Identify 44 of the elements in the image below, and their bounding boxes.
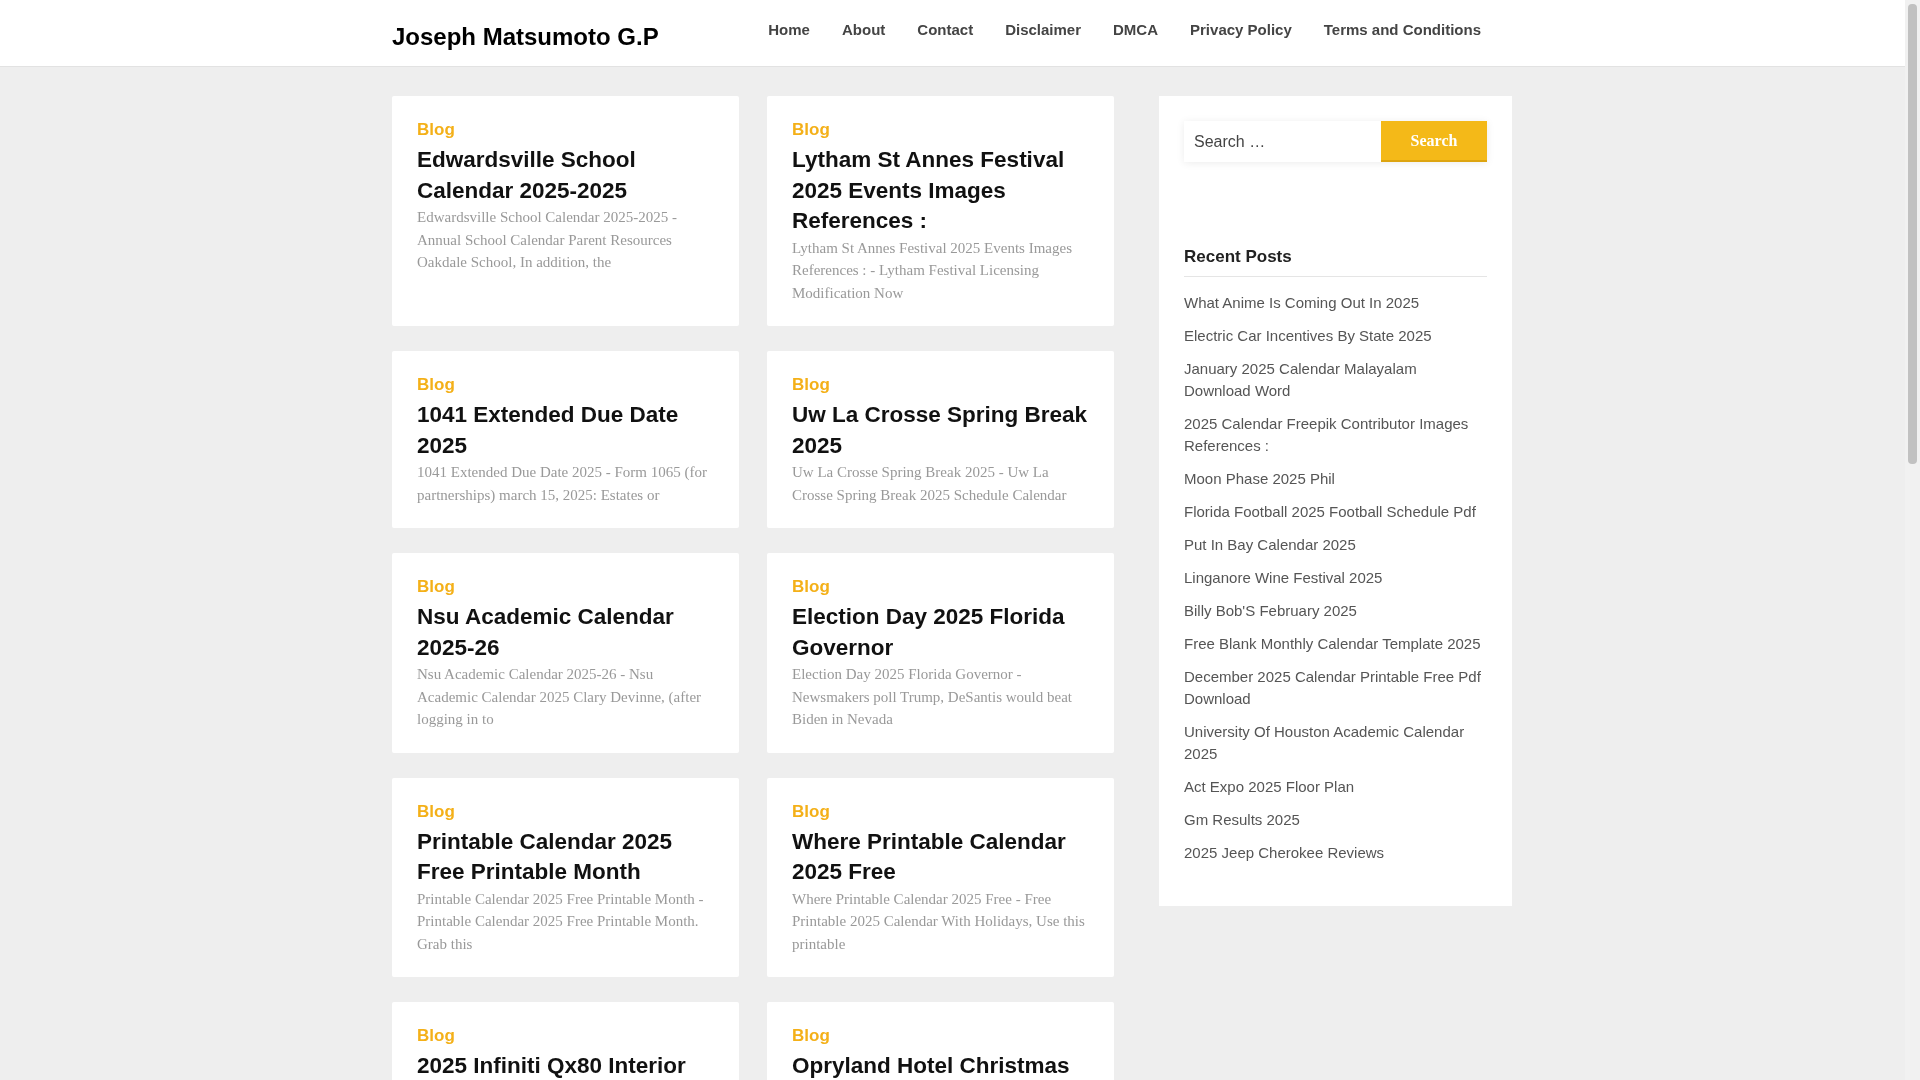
search-field[interactable]: Search … (1184, 121, 1381, 162)
post-title[interactable]: Edwardsville School Calendar 2025-2025 (417, 145, 714, 206)
nav-link[interactable]: DMCA (1097, 21, 1175, 38)
post-title[interactable]: Nsu Academic Calendar 2025-26 (417, 602, 714, 663)
post-excerpt: 1041 Extended Due Date 2025 - Form 1065 (for partnerships) march 15, 2025: Estates or (417, 463, 708, 505)
post-title[interactable]: Where Printable Calendar 2025 Free (792, 826, 1089, 888)
post-excerpt: Election Day 2025 Florida Governor - Newsmakers poll Trump, DeSantis would beat Biden in Nevada (792, 665, 1073, 729)
recent-post-link[interactable]: 2025 Jeep Cherokee Reviews (1184, 842, 1487, 864)
recent-post-link[interactable]: Moon Phase 2025 Phil (1184, 468, 1487, 490)
recent-post-link[interactable]: Put In Bay Calendar 2025 (1184, 534, 1487, 556)
scrollbar-thumb[interactable] (1908, 4, 1917, 464)
post-excerpt: Where Printable Calendar 2025 Free - Free Printable 2025 Calendar With Holidays, Use this printable (792, 889, 1086, 954)
recent-post-link[interactable]: Linganore Wine Festival 2025 (1184, 567, 1487, 589)
post-title[interactable]: 2025 Infiniti Qx80 Interior (417, 1051, 714, 1080)
recent-post-link[interactable]: Act Expo 2025 Floor Plan (1184, 776, 1487, 798)
recent-post-link[interactable]: Gm Results 2025 (1184, 809, 1487, 831)
recent-post-link[interactable]: University Of Houston Academic Calendar 2025 (1184, 721, 1487, 765)
nav-link[interactable]: About (825, 21, 902, 38)
nav-link[interactable]: Terms and Conditions (1307, 21, 1497, 38)
recent-post-link[interactable]: Free Blank Monthly Calendar Template 2025 (1184, 633, 1487, 655)
recent-post-link[interactable]: Florida Football 2025 Football Schedule Pdf (1184, 501, 1487, 523)
recent-post-link[interactable]: Electric Car Incentives By State 2025 (1184, 325, 1487, 347)
post-excerpt: Nsu Academic Calendar 2025-26 - Nsu Academic Calendar 2025 Clary Devinne, (after logging in to (417, 665, 703, 729)
recent-post-link[interactable]: 2025 Calendar Freepik Contributor Images References : (1184, 413, 1487, 457)
recent-post-link[interactable]: December 2025 Calendar Printable Free Pdf Download (1184, 666, 1487, 710)
nav-link[interactable]: Disclaimer (989, 21, 1098, 38)
nav-link[interactable]: Contact (901, 21, 990, 38)
recent-post-link[interactable]: January 2025 Calendar Malayalam Download Word (1184, 358, 1487, 402)
post-excerpt: Uw La Crosse Spring Break 2025 - Uw La Crosse Spring Break 2025 Schedule Calendar (792, 463, 1068, 505)
post-title[interactable]: Printable Calendar 2025 Free Printable Month (417, 826, 714, 888)
widget-heading: Recent Posts (1184, 247, 1487, 277)
post-excerpt: Edwardsville School Calendar 2025-2025 - Annual School Calendar Parent Resources Oakdale School, In addition, the (417, 208, 678, 272)
post-excerpt: Lytham St Annes Festival 2025 Events Images References : - Lytham Festival Licensing Modification Now (792, 238, 1073, 303)
post-title[interactable]: Election Day 2025 Florida Governor (792, 602, 1089, 663)
site-title[interactable]: Joseph Matsumoto G.P (392, 23, 659, 51)
post-title[interactable]: Lytham St Annes Festival 2025 Events Images References : (792, 145, 1089, 237)
recent-post-link[interactable]: Billy Bob'S February 2025 (1184, 600, 1487, 622)
post-title[interactable]: 1041 Extended Due Date 2025 (417, 400, 714, 461)
recent-post-link[interactable]: What Anime Is Coming Out In 2025 (1184, 292, 1487, 314)
post-excerpt: Printable Calendar 2025 Free Printable Month - Printable Calendar 2025 Free Printable Month. Grab this (417, 889, 705, 954)
post-title[interactable]: Uw La Crosse Spring Break 2025 (792, 400, 1089, 461)
nav-link[interactable]: Home (752, 21, 826, 38)
post-title[interactable]: Opryland Hotel Christmas (792, 1051, 1089, 1080)
nav-link[interactable]: Privacy Policy (1174, 21, 1308, 38)
